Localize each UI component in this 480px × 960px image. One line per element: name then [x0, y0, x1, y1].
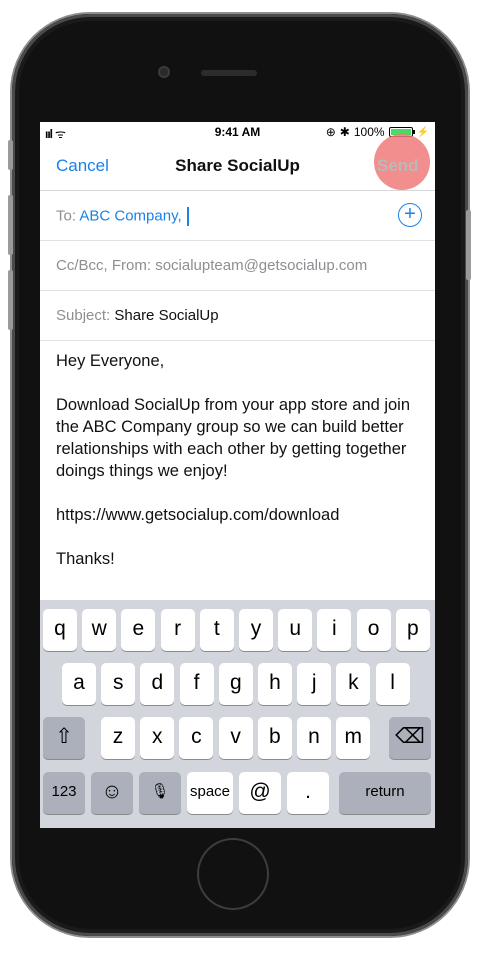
key-k[interactable]: k: [336, 663, 371, 705]
to-label: To:: [56, 207, 77, 225]
microphone-icon[interactable]: 🎙: [139, 772, 181, 814]
status-bar: ııl ᯤ 9:41 AM ⊕ ✱ 100% ⚡: [40, 122, 435, 142]
key-n[interactable]: n: [297, 717, 331, 759]
home-button[interactable]: [197, 838, 269, 910]
key-a[interactable]: a: [62, 663, 96, 705]
space-key[interactable]: space: [187, 772, 233, 814]
shift-key[interactable]: ⇧: [43, 717, 85, 759]
key-s[interactable]: s: [101, 663, 136, 705]
key-f[interactable]: f: [179, 663, 214, 705]
body-greeting: Hey Everyone,: [56, 352, 165, 370]
front-camera: [158, 66, 170, 78]
earpiece-speaker: [201, 70, 257, 76]
at-key[interactable]: @: [239, 772, 281, 814]
keyboard-row-1: qwertyuiop: [40, 609, 435, 651]
key-v[interactable]: v: [218, 717, 253, 759]
key-x[interactable]: x: [140, 717, 175, 759]
key-m[interactable]: m: [336, 717, 371, 759]
key-t[interactable]: t: [199, 609, 234, 651]
key-b[interactable]: b: [257, 717, 292, 759]
keyboard: qwertyuiop asdfghjkl ⇧ ⌫ zxcvbnm 123 ☺ 🎙…: [40, 600, 435, 828]
key-i[interactable]: i: [317, 609, 352, 651]
send-button[interactable]: Send: [377, 156, 419, 176]
add-contact-icon[interactable]: +: [398, 203, 422, 227]
screen: ııl ᯤ 9:41 AM ⊕ ✱ 100% ⚡ Cancel Share Soc…: [40, 122, 435, 828]
volume-down-button: [8, 270, 13, 330]
volume-up-button: [8, 195, 13, 255]
body-closing: Thanks!: [56, 550, 115, 568]
subject-field[interactable]: Subject: Share SocialUp: [40, 291, 435, 341]
key-c[interactable]: c: [179, 717, 214, 759]
keyboard-row-2: asdfghjkl: [40, 663, 435, 705]
power-button: [466, 210, 471, 280]
key-j[interactable]: j: [297, 663, 332, 705]
return-key[interactable]: return: [339, 772, 431, 814]
mute-switch: [8, 140, 13, 170]
keyboard-row-3: ⇧ ⌫ zxcvbnm: [40, 717, 435, 759]
to-field[interactable]: To: ABC Company, +: [40, 191, 435, 241]
key-l[interactable]: l: [375, 663, 410, 705]
from-address[interactable]: socialupteam@getsocialup.com: [155, 257, 367, 274]
key-g[interactable]: g: [218, 663, 253, 705]
key-o[interactable]: o: [356, 609, 391, 651]
orientation-lock-icon: ⊕: [325, 125, 336, 139]
key-h[interactable]: h: [258, 663, 292, 705]
key-p[interactable]: p: [395, 609, 430, 651]
battery-percent: 100%: [353, 125, 385, 139]
body-paragraph: Download SocialUp from your app store an…: [56, 396, 411, 480]
key-y[interactable]: y: [239, 609, 273, 651]
keyboard-row-4: 123 ☺ 🎙 space @ . return: [40, 772, 435, 814]
to-recipient[interactable]: ABC Company,: [79, 207, 181, 224]
bluetooth-icon: ✱: [339, 125, 350, 139]
numbers-key[interactable]: 123: [43, 772, 85, 814]
subject-label: Subject:: [56, 307, 111, 324]
subject-value[interactable]: Share SocialUp: [114, 307, 218, 324]
key-e[interactable]: e: [121, 609, 156, 651]
key-u[interactable]: u: [278, 609, 313, 651]
charging-icon: ⚡: [416, 126, 429, 138]
message-body[interactable]: Hey Everyone, Download SocialUp from you…: [56, 350, 426, 592]
emoji-icon[interactable]: ☺: [91, 772, 133, 814]
period-key[interactable]: .: [287, 772, 329, 814]
delete-key[interactable]: ⌫: [389, 717, 431, 759]
cc-label: Cc/Bcc, From:: [56, 257, 152, 274]
text-cursor: [186, 207, 189, 226]
key-w[interactable]: w: [82, 609, 117, 651]
cc-from-field[interactable]: Cc/Bcc, From: socialupteam@getsocialup.c…: [40, 241, 435, 291]
key-r[interactable]: r: [160, 609, 195, 651]
body-link: https://www.getsocialup.com/download: [56, 506, 340, 524]
key-q[interactable]: q: [43, 609, 77, 651]
key-z[interactable]: z: [101, 717, 135, 759]
key-d[interactable]: d: [140, 663, 175, 705]
